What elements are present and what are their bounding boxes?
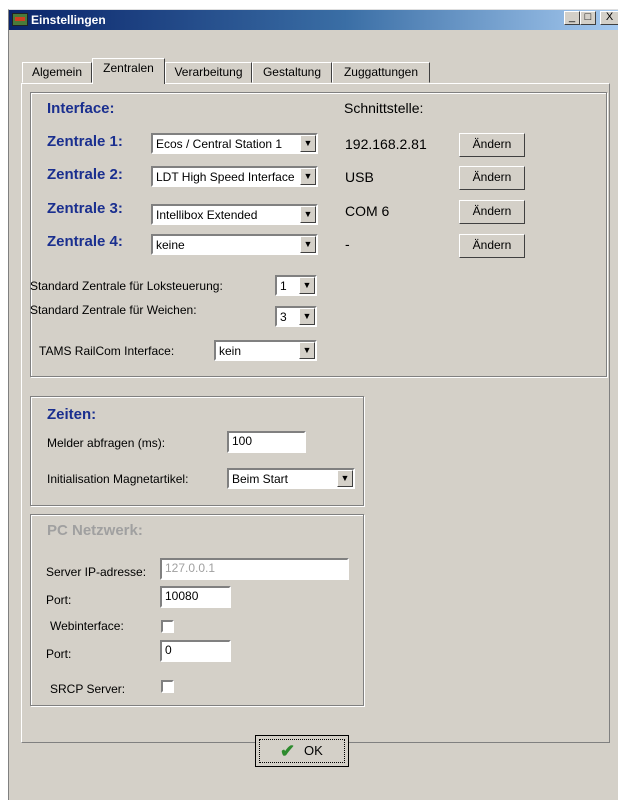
title-bar[interactable]: Einstellingen	[9, 10, 618, 30]
chevron-down-icon[interactable]: ▼	[337, 470, 353, 487]
chevron-down-icon[interactable]: ▼	[300, 236, 316, 253]
port-label: Port:	[46, 593, 72, 607]
zentrale-4-label: Zentrale 4:	[47, 233, 123, 250]
zentrale-2-value: LDT High Speed Interface	[156, 170, 295, 184]
minimize-button[interactable]: _	[564, 11, 580, 25]
zentrale-4-select[interactable]: keine ▼	[151, 234, 318, 255]
zentrale-2-label: Zentrale 2:	[47, 166, 123, 183]
tams-label: TAMS RailCom Interface:	[39, 344, 175, 358]
chevron-down-icon[interactable]: ▼	[300, 168, 316, 185]
tab-zuggattungen[interactable]: Zuggattungen	[332, 62, 430, 83]
zentrale-1-value: Ecos / Central Station 1	[156, 137, 283, 151]
port2-input[interactable]: 0	[160, 640, 231, 662]
chevron-down-icon[interactable]: ▼	[300, 206, 316, 223]
tams-value: kein	[219, 344, 242, 358]
tab-verarbeitung[interactable]: Verarbeitung	[165, 62, 252, 83]
server-ip-input[interactable]: 127.0.0.1	[160, 558, 349, 580]
zentrale-2-select[interactable]: LDT High Speed Interface ▼	[151, 166, 318, 187]
webinterface-label: Webinterface:	[50, 619, 124, 633]
zeiten-heading: Zeiten:	[47, 406, 97, 423]
zentrale-3-port: COM 6	[345, 203, 390, 219]
zentrale-1-label: Zentrale 1:	[47, 133, 123, 150]
zentrale-3-value: Intellibox Extended	[156, 208, 258, 222]
port-input[interactable]: 10080	[160, 586, 231, 608]
netzwerk-group	[30, 514, 364, 706]
tab-zentralen[interactable]: Zentralen	[92, 58, 165, 84]
srcp-label: SRCP Server:	[50, 682, 126, 696]
tab-algemein[interactable]: Algemein	[22, 62, 92, 83]
focus-rect	[259, 739, 345, 763]
checkmark-icon: ✔	[280, 741, 296, 761]
ok-button[interactable]: ✔ OK	[255, 735, 349, 767]
maximize-button[interactable]: □	[580, 11, 596, 25]
standard-weichen-select[interactable]: 3 ▼	[275, 306, 317, 327]
close-button[interactable]: X	[600, 11, 618, 25]
webinterface-checkbox[interactable]	[161, 620, 174, 633]
standard-weichen-label: Standard Zentrale für Weichen:	[30, 303, 197, 317]
zentrale-2-change-button[interactable]: Ändern	[459, 166, 525, 190]
zentrale-4-change-button[interactable]: Ändern	[459, 234, 525, 258]
standard-lok-value: 1	[280, 279, 287, 293]
melder-input[interactable]: 100	[227, 431, 306, 453]
chevron-down-icon[interactable]: ▼	[299, 277, 315, 294]
interface-heading: Interface:	[47, 100, 115, 117]
standard-lok-label: Standard Zentrale für Loksteuerung:	[30, 279, 223, 293]
init-select[interactable]: Beim Start ▼	[227, 468, 355, 489]
zentrale-4-value: keine	[156, 238, 185, 252]
melder-label: Melder abfragen (ms):	[47, 436, 166, 450]
standard-lok-select[interactable]: 1 ▼	[275, 275, 317, 296]
zentrale-1-change-button[interactable]: Ändern	[459, 133, 525, 157]
schnittstelle-heading: Schnittstelle:	[344, 100, 424, 116]
chevron-down-icon[interactable]: ▼	[300, 135, 316, 152]
zentrale-1-select[interactable]: Ecos / Central Station 1 ▼	[151, 133, 318, 154]
zentrale-2-port: USB	[345, 169, 374, 185]
zentrale-3-select[interactable]: Intellibox Extended ▼	[151, 204, 318, 225]
standard-weichen-value: 3	[280, 310, 287, 324]
netzwerk-heading: PC Netzwerk:	[47, 522, 143, 539]
zentrale-3-change-button[interactable]: Ändern	[459, 200, 525, 224]
tab-gestaltung[interactable]: Gestaltung	[252, 62, 332, 83]
window-title: Einstellingen	[31, 13, 106, 27]
srcp-checkbox[interactable]	[161, 680, 174, 693]
tams-select[interactable]: kein ▼	[214, 340, 317, 361]
chevron-down-icon[interactable]: ▼	[299, 308, 315, 325]
server-ip-label: Server IP-adresse:	[46, 565, 147, 579]
ok-label: OK	[304, 743, 323, 758]
chevron-down-icon[interactable]: ▼	[299, 342, 315, 359]
zentrale-4-port: -	[345, 236, 350, 252]
app-icon	[12, 13, 28, 26]
init-value: Beim Start	[232, 472, 289, 486]
init-label: Initialisation Magnetartikel:	[47, 472, 189, 486]
port2-label: Port:	[46, 647, 72, 661]
zentrale-3-label: Zentrale 3:	[47, 200, 123, 217]
zentrale-1-port: 192.168.2.81	[345, 136, 427, 152]
